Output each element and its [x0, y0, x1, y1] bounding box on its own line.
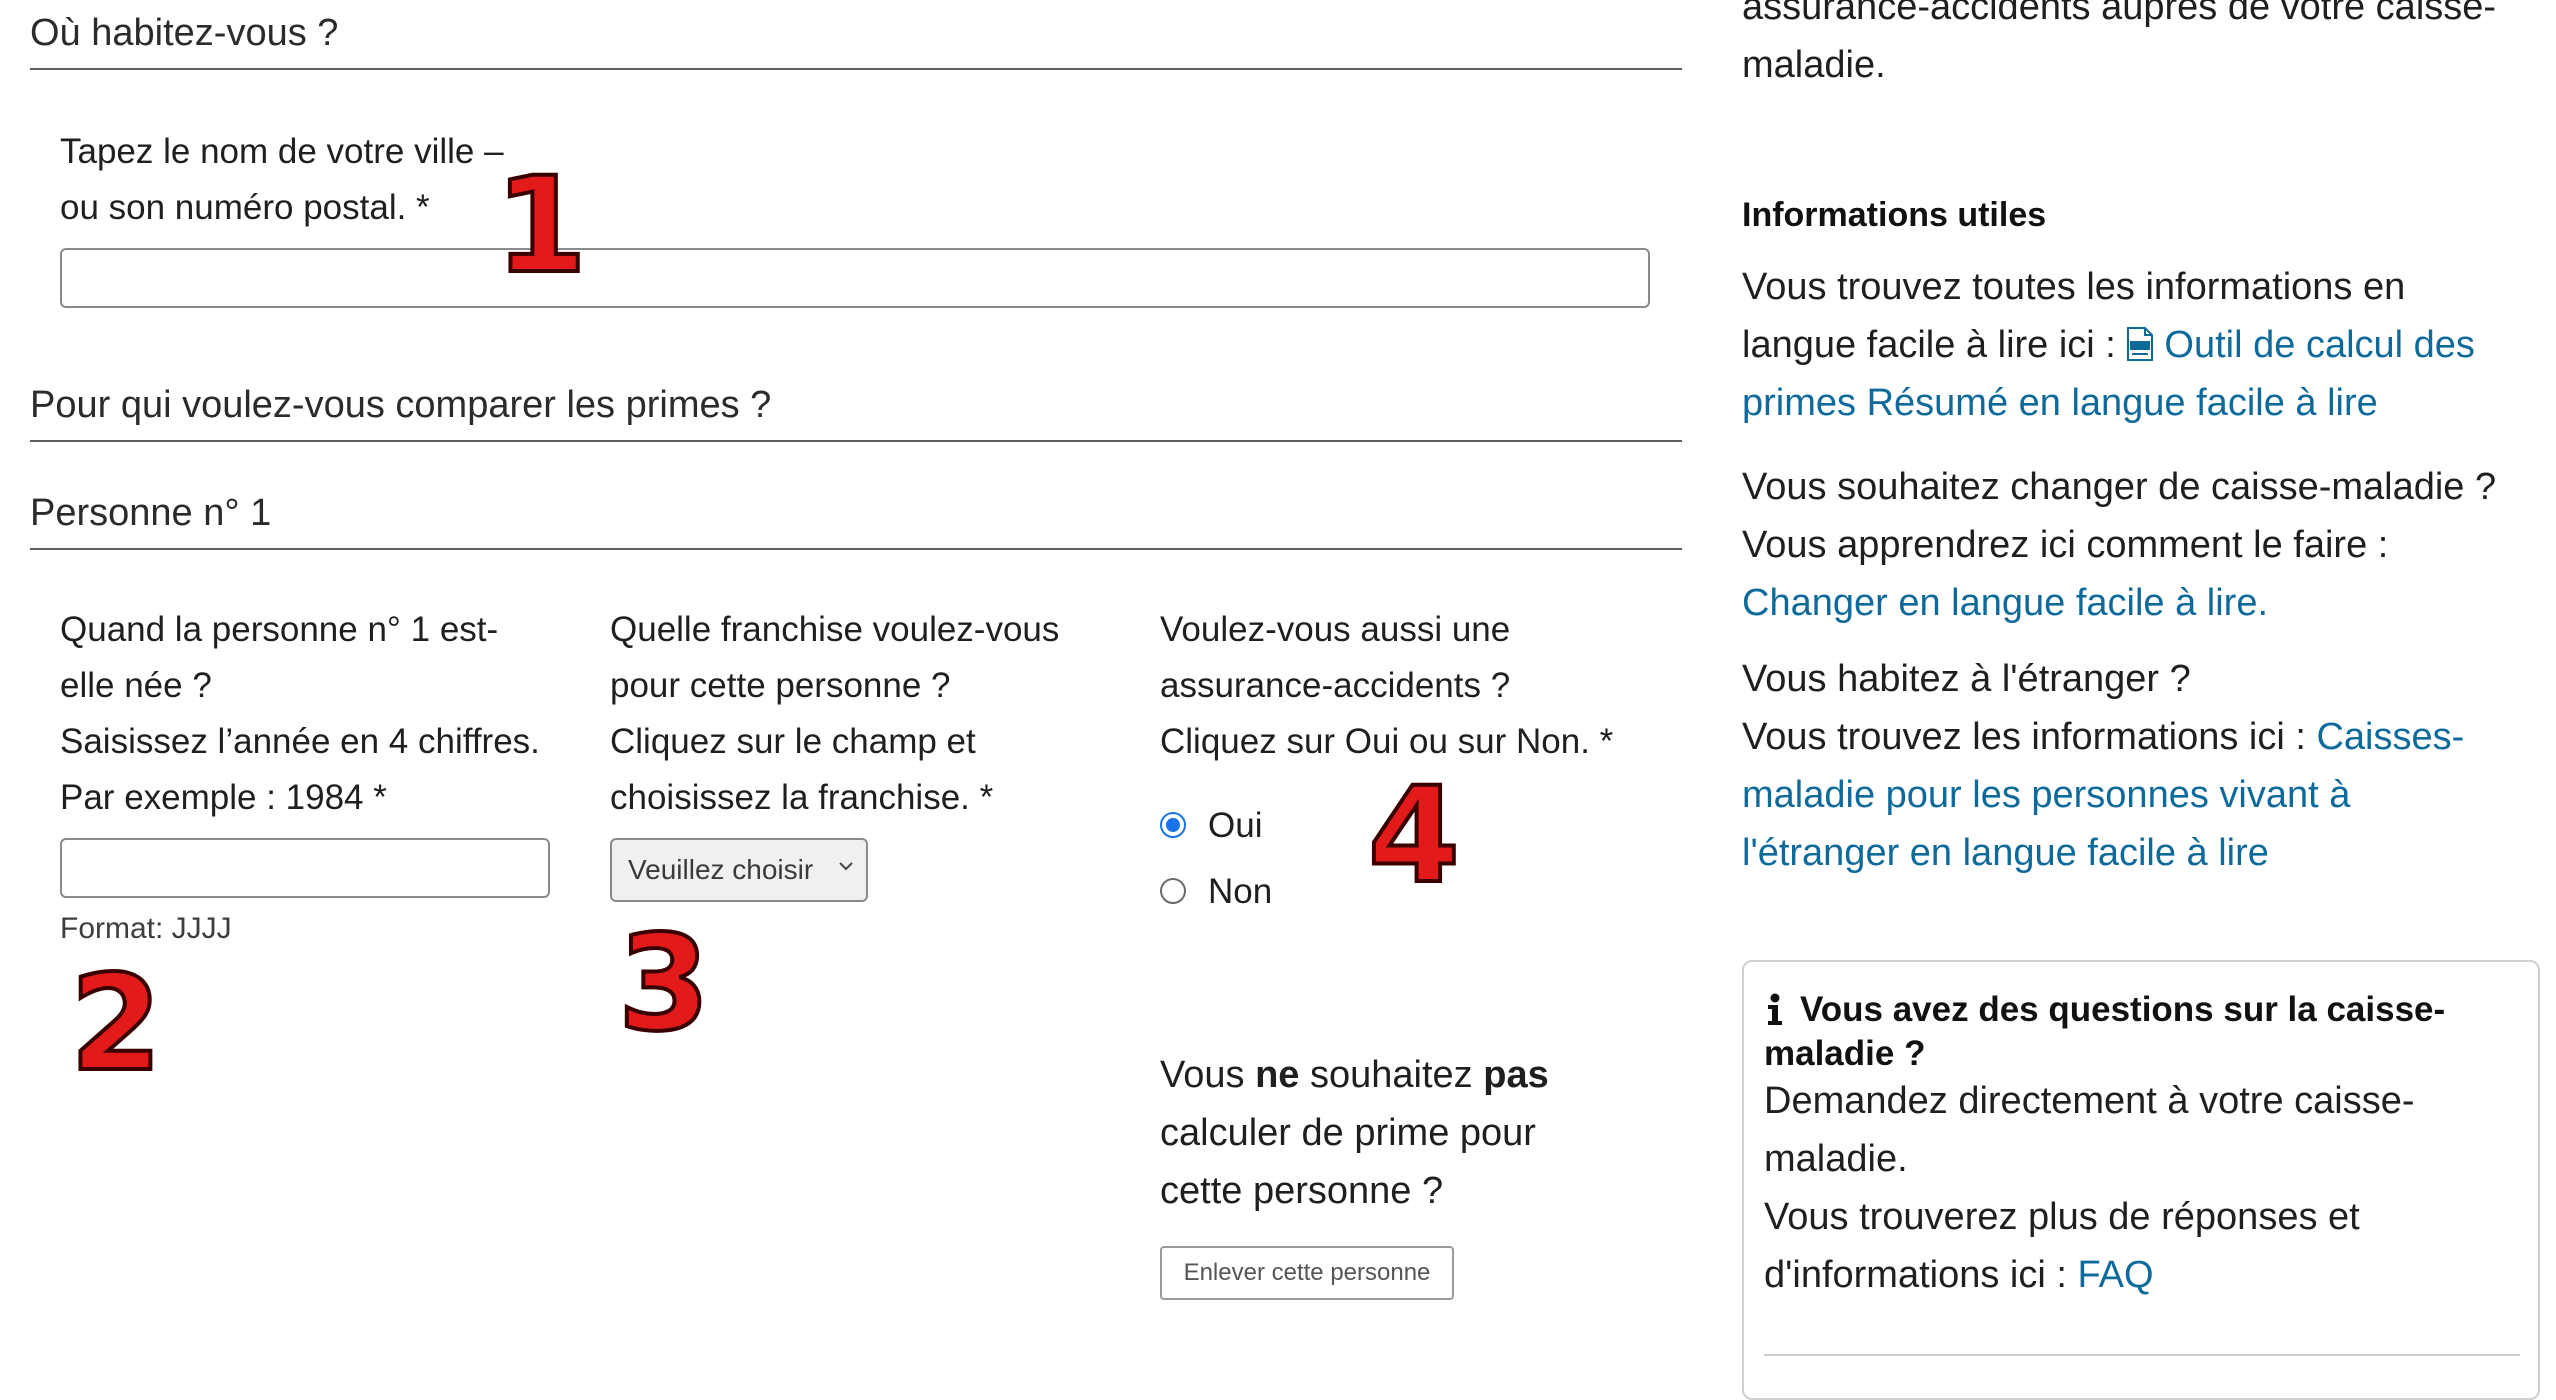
accident-radio-yes-label[interactable]: Oui [1208, 806, 1262, 846]
box-line2: maladie. [1764, 1138, 1908, 1180]
city-label: Tapez le nom de votre ville – ou son num… [60, 124, 504, 236]
box-line1: Demandez directement à votre caisse- [1764, 1080, 2415, 1122]
divider-compare [30, 440, 1682, 442]
useful-info-paragraph-2: Vous souhaitez changer de caisse-maladie… [1742, 458, 2542, 632]
franchise-label-line2: pour cette personne ? [610, 666, 951, 705]
divider-residence [30, 68, 1682, 70]
easy-read-summary-link-line2[interactable]: primes Résumé en langue facile à lire [1742, 374, 2542, 432]
remove-person-line3: cette personne ? [1160, 1170, 1444, 1212]
sidebar-top-line1: assurance-accidents auprès de votre cais… [1742, 0, 2497, 28]
accident-radio-yes[interactable] [1160, 812, 1186, 838]
franchise-label: Quelle franchise voulez-vous pour cette … [610, 602, 1059, 826]
p1-line1: Vous trouvez toutes les informations en [1742, 266, 2406, 308]
sidebar-top-text: assurance-accidents auprès de votre cais… [1742, 0, 2496, 94]
accident-radio-no-label[interactable]: Non [1208, 872, 1272, 912]
change-insurer-link[interactable]: Changer en langue facile à lire. [1742, 574, 2542, 632]
birth-label-line4: Par exemple : 1984 * [60, 778, 387, 817]
remove-person-button[interactable]: Enlever cette personne [1160, 1246, 1454, 1300]
chevron-down-icon [839, 862, 853, 871]
remove-person-line2: calculer de prime pour [1160, 1112, 1536, 1154]
accident-radio-no[interactable] [1160, 878, 1186, 904]
section-title-compare: Pour qui voulez-vous comparer les primes… [30, 384, 772, 426]
questions-box-title-line1: Vous avez des questions sur la caisse- [1764, 988, 2504, 1032]
abroad-info-link[interactable]: Caisses- [2316, 716, 2464, 758]
section-title-residence: Où habitez-vous ? [30, 12, 339, 54]
annotation-number-3: 3 [616, 907, 712, 1061]
questions-box-title: Vous avez des questions sur la caisse- m… [1764, 988, 2504, 1076]
accident-label-line1: Voulez-vous aussi une [1160, 610, 1511, 649]
useful-info-paragraph-1: Vous trouvez toutes les informations en … [1742, 258, 2542, 432]
franchise-select-value: Veuillez choisir [628, 854, 814, 885]
city-label-line2: ou son numéro postal. * [60, 188, 430, 227]
pdf-icon [2127, 327, 2154, 361]
questions-box-body: Demandez directement à votre caisse- mal… [1764, 1072, 2524, 1304]
franchise-label-line3: Cliquez sur le champ et [610, 722, 976, 761]
accident-label-line2: assurance-accidents ? [1160, 666, 1511, 705]
p1-line2: langue facile à lire ici : Outil de calc… [1742, 324, 2475, 366]
birth-label-line1: Quand la personne n° 1 est- [60, 610, 499, 649]
sidebar-top-line2: maladie. [1742, 44, 1886, 86]
abroad-info-link-line2[interactable]: maladie pour les personnes vivant à [1742, 766, 2542, 824]
p2-line2: Vous apprendrez ici comment le faire : [1742, 524, 2389, 566]
remove-person-line1: Vous ne souhaitez pas [1160, 1054, 1549, 1096]
abroad-info-link-line3[interactable]: l'étranger en langue facile à lire [1742, 824, 2542, 882]
accident-label: Voulez-vous aussi une assurance-accident… [1160, 602, 1613, 770]
box-line3: Vous trouverez plus de réponses et [1764, 1196, 2360, 1238]
birth-year-input[interactable] [60, 838, 550, 898]
birth-label-line2: elle née ? [60, 666, 212, 705]
annotation-number-1: 1 [493, 149, 589, 303]
p2-line1: Vous souhaitez changer de caisse-maladie… [1742, 466, 2497, 508]
p3-line1: Vous habitez à l'étranger ? [1742, 658, 2191, 700]
franchise-label-line4: choisissez la franchise. * [610, 778, 994, 817]
questions-box-divider [1764, 1354, 2520, 1356]
birth-label-line3: Saisissez l’année en 4 chiffres. [60, 722, 540, 761]
remove-person-text: Vous ne souhaitez pas calculer de prime … [1160, 1046, 1549, 1220]
faq-link[interactable]: FAQ [2077, 1254, 2153, 1296]
useful-info-heading: Informations utiles [1742, 196, 2047, 234]
questions-info-box: Vous avez des questions sur la caisse- m… [1742, 960, 2540, 1400]
city-label-line1: Tapez le nom de votre ville – [60, 132, 504, 171]
annotation-number-2: 2 [68, 947, 164, 1101]
divider-person [30, 548, 1682, 550]
annotation-number-4: 4 [1366, 759, 1462, 913]
birth-year-label: Quand la personne n° 1 est- elle née ? S… [60, 602, 540, 826]
easy-read-summary-link[interactable]: Outil de calcul des [2126, 324, 2475, 366]
section-title-person: Personne n° 1 [30, 492, 272, 534]
questions-box-title-line2: maladie ? [1764, 1034, 1926, 1073]
box-line4: d'informations ici : FAQ [1764, 1254, 2154, 1296]
p3-line2: Vous trouvez les informations ici : Cais… [1742, 716, 2465, 758]
useful-info-paragraph-3: Vous habitez à l'étranger ? Vous trouvez… [1742, 650, 2542, 882]
city-input[interactable] [60, 248, 1650, 308]
birth-format-hint: Format: JJJJ [60, 912, 232, 945]
franchise-select[interactable]: Veuillez choisir [610, 838, 868, 902]
info-icon [1768, 993, 1782, 1025]
franchise-label-line1: Quelle franchise voulez-vous [610, 610, 1060, 649]
